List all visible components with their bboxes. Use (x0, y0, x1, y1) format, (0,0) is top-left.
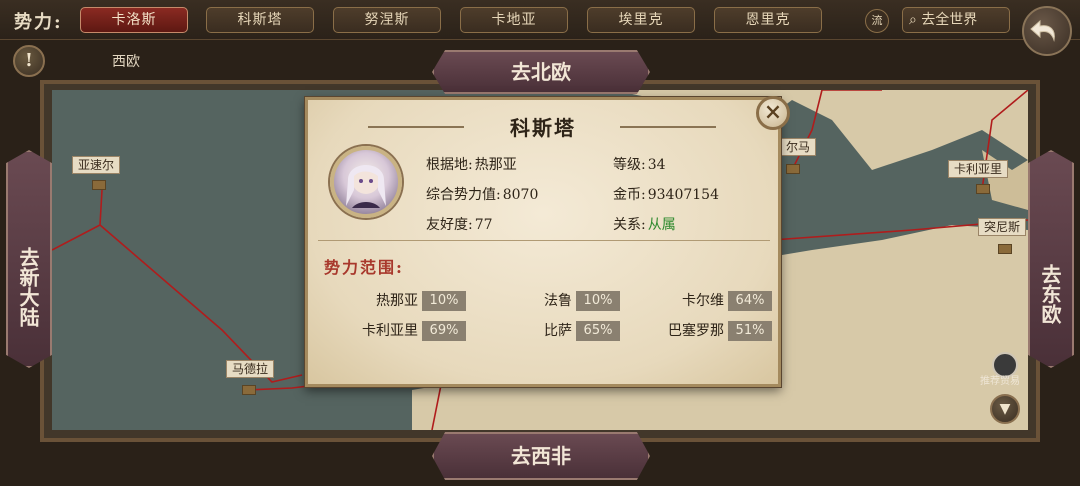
return-arrow-icon (1030, 19, 1055, 42)
level-label: 等级: (613, 157, 646, 173)
portrait-art (346, 165, 386, 208)
scope-title: 势力范围: (324, 258, 404, 277)
scope-name: 比萨 (544, 323, 572, 339)
city-icon-azores[interactable] (92, 180, 106, 190)
relation-label: 关系: (613, 217, 646, 233)
faction-tab-cartier[interactable]: 卡地亚 (460, 7, 568, 33)
go-west-africa-button[interactable]: 去西非 (432, 432, 650, 480)
faction-label: 势力: (14, 12, 63, 33)
scope-item: 卡尔维 64% (648, 290, 772, 311)
relation-info: 关系: 从属 (613, 214, 676, 234)
avatar (330, 146, 402, 218)
city-label-azores[interactable]: 亚速尔 (72, 156, 121, 174)
gold-info: 金币: 93407154 (613, 184, 719, 204)
scope-name: 卡利亚里 (362, 323, 418, 339)
scope-percent: 51% (728, 321, 772, 341)
city-label-partial[interactable]: 尔马 (780, 138, 817, 156)
region-label: 西欧 (112, 54, 140, 70)
route-azores-west (52, 189, 103, 251)
scope-name: 卡尔维 (682, 293, 724, 309)
gold-value: 93407154 (647, 187, 719, 203)
go-east-europe-button[interactable]: 去东欧 (1028, 150, 1074, 368)
friendship-value: 77 (474, 217, 493, 233)
relation-value: 从属 (647, 217, 676, 233)
scope-percent: 65% (576, 321, 620, 341)
scope-item: 比萨 65% (508, 320, 620, 341)
go-world-button[interactable]: ⌕ 去全世界 (902, 7, 1010, 33)
panel-title: 科斯塔 (510, 116, 576, 140)
scope-name: 巴塞罗那 (668, 323, 724, 339)
back-button[interactable] (1022, 6, 1072, 56)
friendship-label: 友好度: (426, 217, 473, 233)
city-label-tunis[interactable]: 突尼斯 (978, 218, 1027, 236)
level-info: 等级: 34 (613, 154, 666, 174)
power-info: 综合势力值: 8070 (426, 184, 538, 204)
base-value: 热那亚 (474, 157, 517, 173)
top-bar: 势力: 卡洛斯 科斯塔 努涅斯 卡地亚 埃里克 恩里克 流 ⌕ 去全世界 (0, 0, 1080, 40)
power-value: 8070 (502, 187, 539, 203)
scope-percent: 64% (728, 291, 772, 311)
city-label-cagliari[interactable]: 卡利亚里 (948, 160, 1009, 178)
city-label-madeira[interactable]: 马德拉 (226, 360, 275, 378)
faction-tab-nunes[interactable]: 努涅斯 (333, 7, 441, 33)
faction-tab-costa[interactable]: 科斯塔 (206, 7, 314, 33)
power-label: 综合势力值: (426, 187, 501, 203)
scope-item: 法鲁 10% (508, 290, 620, 311)
search-icon: ⌕ (909, 12, 917, 28)
scope-item: 热那亚 10% (348, 290, 466, 311)
base-info: 根据地: 热那亚 (426, 154, 517, 174)
land-sardinia (982, 150, 1028, 210)
alert-icon[interactable]: ! (13, 45, 45, 77)
scope-percent: 10% (576, 291, 620, 311)
city-icon-madeira[interactable] (242, 385, 256, 395)
city-icon-tunis[interactable] (998, 244, 1012, 254)
city-icon-partial[interactable] (786, 164, 800, 174)
panel-divider (318, 240, 770, 241)
liu-button[interactable]: 流 (865, 9, 889, 33)
scope-percent: 10% (422, 291, 466, 311)
go-world-label: 去全世界 (921, 12, 978, 28)
base-label: 根据地: (426, 157, 473, 173)
route-azores-madeira (99, 224, 303, 383)
go-new-world-button[interactable]: 去新大陆 (6, 150, 52, 368)
faction-info-panel: 科斯塔 × 根据地: 热那亚 综合势力值: 8070 友好度: 77 等级: 34 金币… (305, 96, 790, 387)
scope-percent: 69% (422, 321, 466, 341)
faction-tab-enrique[interactable]: 恩里克 (714, 7, 822, 33)
trade-recommend-label: 推荐贸易 (980, 376, 1020, 387)
close-button[interactable]: × (756, 96, 790, 130)
gold-label: 金币: (613, 187, 646, 203)
chevron-down-icon[interactable]: ▼ (990, 394, 1020, 424)
scope-name: 法鲁 (544, 293, 572, 309)
scope-name: 热那亚 (376, 293, 418, 309)
scope-item: 卡利亚里 69% (348, 320, 466, 341)
city-icon-cagliari[interactable] (976, 184, 990, 194)
faction-tab-eric[interactable]: 埃里克 (587, 7, 695, 33)
go-north-europe-button[interactable]: 去北欧 (432, 50, 650, 94)
land-africa-east (752, 225, 1028, 430)
friendship-info: 友好度: 77 (426, 214, 493, 234)
faction-tab-carlos[interactable]: 卡洛斯 (80, 7, 188, 33)
level-value: 34 (647, 157, 666, 173)
scope-item: 巴塞罗那 51% (648, 320, 772, 341)
